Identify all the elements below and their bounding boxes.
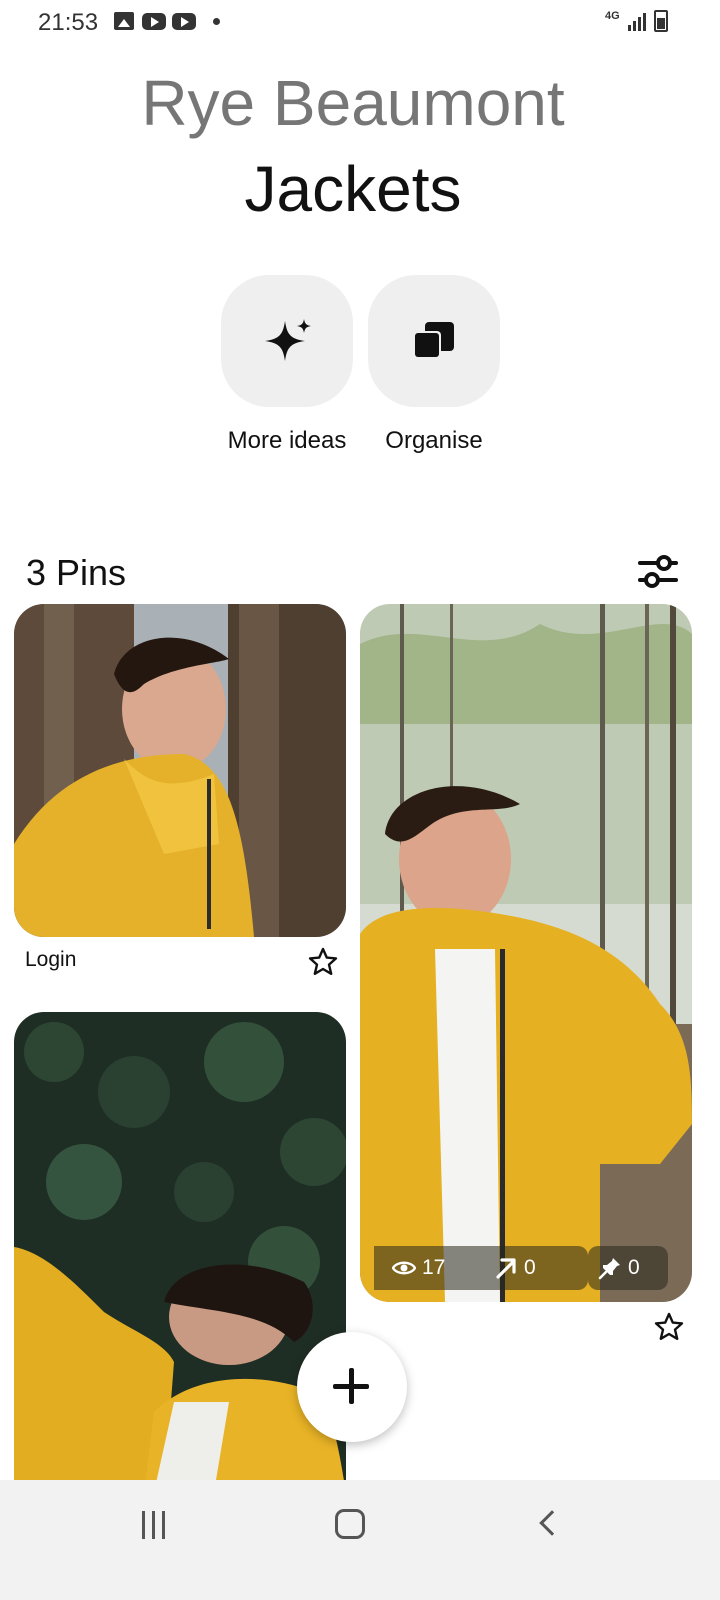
board-title: Jackets bbox=[244, 153, 462, 225]
saves-count: 0 bbox=[628, 1256, 640, 1279]
pin-photo bbox=[14, 604, 346, 937]
system-nav-bar bbox=[0, 1480, 720, 1600]
pin-caption[interactable]: Login bbox=[25, 948, 76, 972]
gallery-icon bbox=[114, 12, 134, 30]
organise-label: Organise bbox=[385, 427, 483, 454]
arrow-up-right-icon bbox=[496, 1258, 516, 1279]
recents-icon[interactable] bbox=[140, 1511, 168, 1539]
organise-action[interactable]: Organise bbox=[368, 275, 500, 454]
organise-icon bbox=[413, 322, 454, 359]
pin-image-1[interactable] bbox=[14, 604, 346, 937]
status-bar: 21:53 4G bbox=[0, 0, 720, 44]
more-ideas-action[interactable]: More ideas bbox=[221, 275, 353, 454]
eye-icon bbox=[392, 1261, 416, 1275]
saves-stat: 0 bbox=[598, 1256, 640, 1280]
signal-icon bbox=[626, 13, 646, 31]
dot-icon bbox=[213, 18, 220, 25]
filter-button[interactable] bbox=[636, 550, 680, 594]
network-type: 4G bbox=[605, 10, 620, 22]
home-icon[interactable] bbox=[335, 1509, 365, 1539]
back-icon[interactable] bbox=[539, 1510, 565, 1536]
views-count: 17 bbox=[422, 1256, 446, 1279]
pin-image-3[interactable] bbox=[14, 1012, 346, 1492]
youtube-icon bbox=[172, 13, 196, 30]
star-icon[interactable] bbox=[654, 1312, 684, 1342]
pin-photo bbox=[360, 604, 692, 1302]
outbound-clicks-stat: 0 bbox=[494, 1256, 536, 1280]
sparkle-icon bbox=[265, 319, 311, 361]
filter-sliders-icon bbox=[638, 555, 678, 588]
outbound-clicks-count: 0 bbox=[524, 1256, 536, 1279]
star-icon[interactable] bbox=[308, 947, 338, 977]
pin-stats-bar: 17 0 bbox=[374, 1246, 588, 1290]
battery-icon bbox=[654, 10, 668, 32]
pin-saves-bar: 0 bbox=[588, 1246, 668, 1290]
board-owner-name[interactable]: Rye Beaumont bbox=[0, 66, 706, 140]
youtube-icon bbox=[142, 13, 166, 30]
views-stat: 17 bbox=[392, 1256, 445, 1280]
more-ideas-button[interactable] bbox=[221, 275, 353, 407]
organise-button[interactable] bbox=[368, 275, 500, 407]
pin-icon bbox=[598, 1258, 620, 1280]
add-pin-button[interactable] bbox=[297, 1332, 407, 1442]
pin-image-2[interactable] bbox=[360, 604, 692, 1302]
status-time: 21:53 bbox=[38, 9, 99, 36]
pins-count: 3 Pins bbox=[26, 552, 127, 593]
pin-photo bbox=[14, 1012, 346, 1492]
